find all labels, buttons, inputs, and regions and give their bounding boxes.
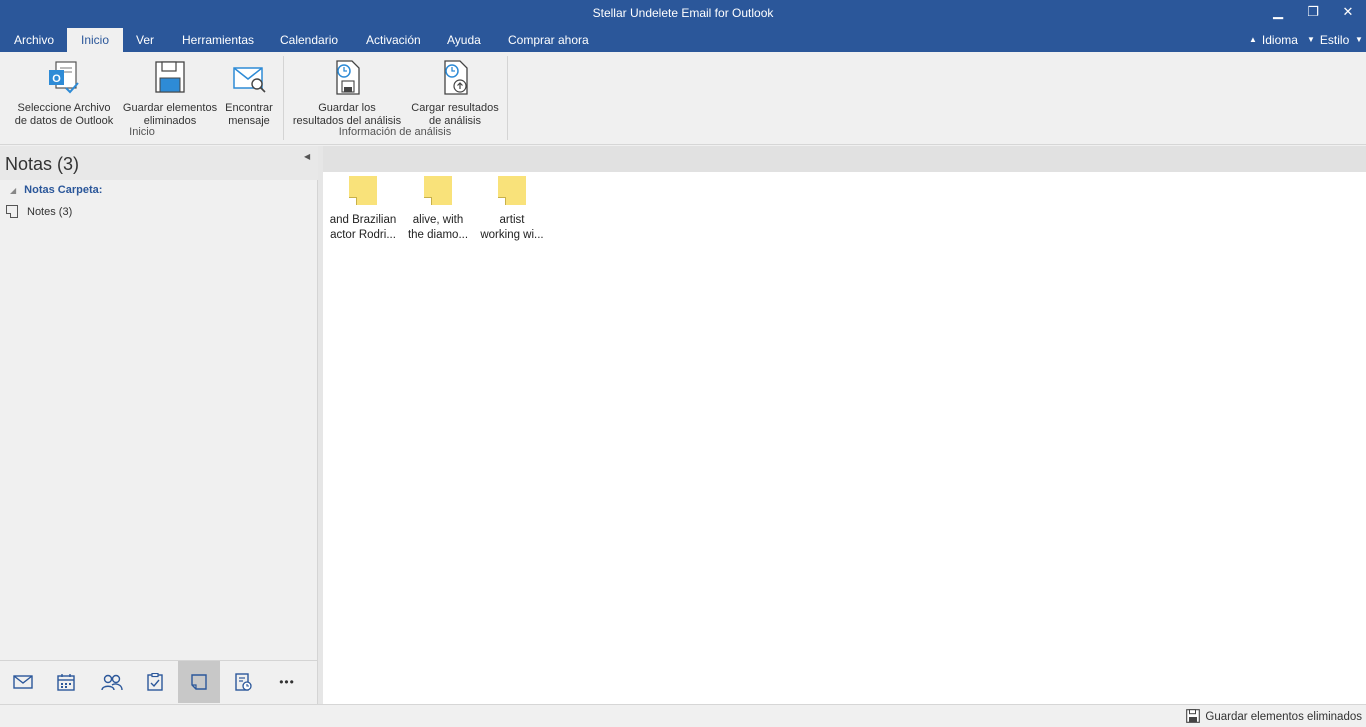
chevron-down-icon: ▼ [1307, 35, 1315, 44]
chevron-down-icon: ▼ [1355, 35, 1363, 44]
folder-group-label: Notas Carpeta: [24, 184, 103, 196]
nav-contacts-button[interactable] [91, 661, 133, 703]
notes-icon [191, 674, 207, 690]
tab-activacion[interactable]: Activación [352, 28, 435, 52]
folder-group-notas[interactable]: ◢ Notas Carpeta: [10, 184, 102, 196]
save-deleted-items-button[interactable]: Guardar elementos eliminados [120, 56, 220, 127]
chevron-up-icon: ▲ [1249, 35, 1257, 44]
tab-ayuda[interactable]: Ayuda [433, 28, 495, 52]
note-text-line: actor Rodri... [330, 229, 396, 241]
status-save-label: Guardar elementos eliminados [1205, 711, 1362, 723]
style-menu[interactable]: ▼ Estilo [1307, 28, 1349, 52]
folder-pane: Notas (3) ◀ ◢ Notas Carpeta: Notes (3) [0, 146, 318, 660]
outlook-file-icon: O [49, 61, 79, 94]
note-item[interactable]: alive, with the diamo... [401, 174, 475, 243]
ribbon: O Seleccione Archivo de datos de Outlook… [0, 52, 1366, 145]
save-scan-results-button[interactable]: Guardar los resultados del análisis [287, 56, 407, 127]
language-menu[interactable]: ▲ Idioma [1249, 28, 1298, 52]
folder-item-notes[interactable]: Notes (3) [6, 205, 72, 218]
ribbon-label: Guardar elementos [122, 102, 218, 114]
ribbon-label: Encontrar [225, 102, 273, 114]
select-outlook-file-button[interactable]: O Seleccione Archivo de datos de Outlook [8, 56, 120, 127]
note-item[interactable]: artist working wi... [475, 174, 549, 243]
sticky-note-icon [498, 176, 526, 205]
nav-journal-button[interactable] [222, 661, 264, 703]
find-message-icon [233, 67, 266, 93]
nav-notes-button[interactable] [178, 661, 220, 703]
tasks-icon [147, 673, 163, 691]
ribbon-group-label-analysis: Información de análisis [338, 126, 452, 138]
minimize-button[interactable]: ▁ [1261, 0, 1295, 26]
load-scan-results-button[interactable]: Cargar resultados de análisis [407, 56, 503, 127]
save-icon [1186, 709, 1201, 723]
ribbon-label: Seleccione Archivo [17, 102, 111, 114]
nav-calendar-button[interactable] [45, 661, 87, 703]
save-icon [155, 61, 185, 93]
tab-comprar-ahora[interactable]: Comprar ahora [494, 28, 603, 52]
ribbon-label: Cargar resultados [411, 102, 499, 114]
style-label: Estilo [1319, 33, 1350, 47]
title-bar: Stellar Undelete Email for Outlook ▁ ❐ ✕ [0, 0, 1366, 28]
nav-tasks-button[interactable] [134, 661, 176, 703]
content-header [323, 146, 1366, 172]
folder-pane-title: Notas (3) [5, 154, 80, 174]
journal-icon [235, 673, 252, 691]
sticky-note-icon [424, 176, 452, 205]
ribbon-options-button[interactable]: ▼ [1355, 28, 1366, 52]
status-save-button[interactable]: Guardar elementos eliminados [1186, 709, 1362, 723]
calendar-icon [57, 674, 75, 691]
mail-icon [13, 675, 33, 689]
tab-inicio[interactable]: Inicio [67, 28, 124, 52]
nav-mail-button[interactable] [2, 661, 44, 703]
language-label: Idioma [1261, 33, 1298, 47]
note-item[interactable]: and Brazilian actor Rodri... [326, 174, 400, 243]
tab-herramientas[interactable]: Herramientas [168, 28, 268, 52]
notes-view: and Brazilian actor Rodri... alive, with… [323, 172, 1366, 704]
note-text-line: alive, with [412, 214, 464, 226]
expand-triangle-icon: ◢ [10, 186, 17, 195]
restore-button[interactable]: ❐ [1296, 0, 1330, 26]
note-text-line: artist [499, 214, 525, 226]
contacts-icon [101, 674, 123, 691]
ribbon-group-label-inicio: Inicio [129, 126, 155, 138]
window-title: Stellar Undelete Email for Outlook [592, 6, 774, 20]
ribbon-separator [507, 56, 508, 140]
more-icon[interactable]: ••• [266, 661, 308, 703]
load-scan-icon [444, 60, 468, 95]
ribbon-label: Guardar los [318, 102, 376, 114]
tab-archivo[interactable]: Archivo [0, 28, 68, 52]
note-icon [6, 205, 18, 218]
close-button[interactable]: ✕ [1331, 0, 1365, 26]
sticky-note-icon [349, 176, 377, 205]
save-scan-icon [336, 60, 360, 95]
note-text-line: the diamo... [407, 229, 469, 241]
collapse-pane-icon[interactable]: ◀ [304, 152, 310, 161]
tab-ver[interactable]: Ver [122, 28, 168, 52]
find-message-button[interactable]: Encontrar mensaje [220, 56, 278, 127]
note-text-line: and Brazilian [329, 214, 397, 226]
svg-text:O: O [52, 73, 61, 85]
folder-item-label: Notes (3) [27, 206, 73, 218]
note-text-line: working wi... [480, 229, 544, 241]
tab-calendario[interactable]: Calendario [266, 28, 352, 52]
status-bar: Guardar elementos eliminados [0, 704, 1366, 727]
menu-bar: Archivo Inicio Ver Herramientas Calendar… [0, 28, 1366, 52]
bottom-navigation: ••• [0, 660, 318, 704]
